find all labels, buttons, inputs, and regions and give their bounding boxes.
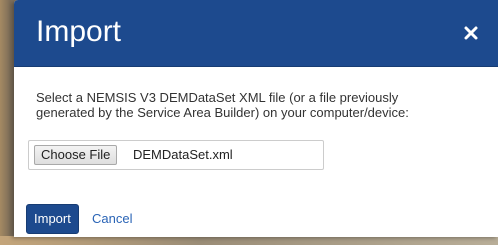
import-dialog: Import Select a NEMSIS V3 DEMDataSet XML…: [14, 0, 498, 237]
choose-file-button[interactable]: Choose File: [34, 145, 118, 165]
close-button[interactable]: [462, 24, 480, 42]
close-icon: [464, 26, 478, 40]
instructions-line-2: generated by the Service Area Builder) o…: [36, 105, 409, 120]
dialog-header: Import: [14, 0, 498, 67]
dialog-title: Import: [36, 15, 122, 48]
cancel-link[interactable]: Cancel: [92, 211, 132, 227]
instructions-line-1: Select a NEMSIS V3 DEMDataSet XML file (…: [36, 90, 399, 105]
selected-file-name: DEMDataSet.xml: [133, 147, 233, 162]
import-button[interactable]: Import: [26, 204, 79, 234]
dialog-body: Select a NEMSIS V3 DEMDataSet XML file (…: [36, 90, 486, 120]
file-input[interactable]: Choose File DEMDataSet.xml: [28, 140, 324, 170]
page-backdrop-bottom: [0, 236, 498, 245]
